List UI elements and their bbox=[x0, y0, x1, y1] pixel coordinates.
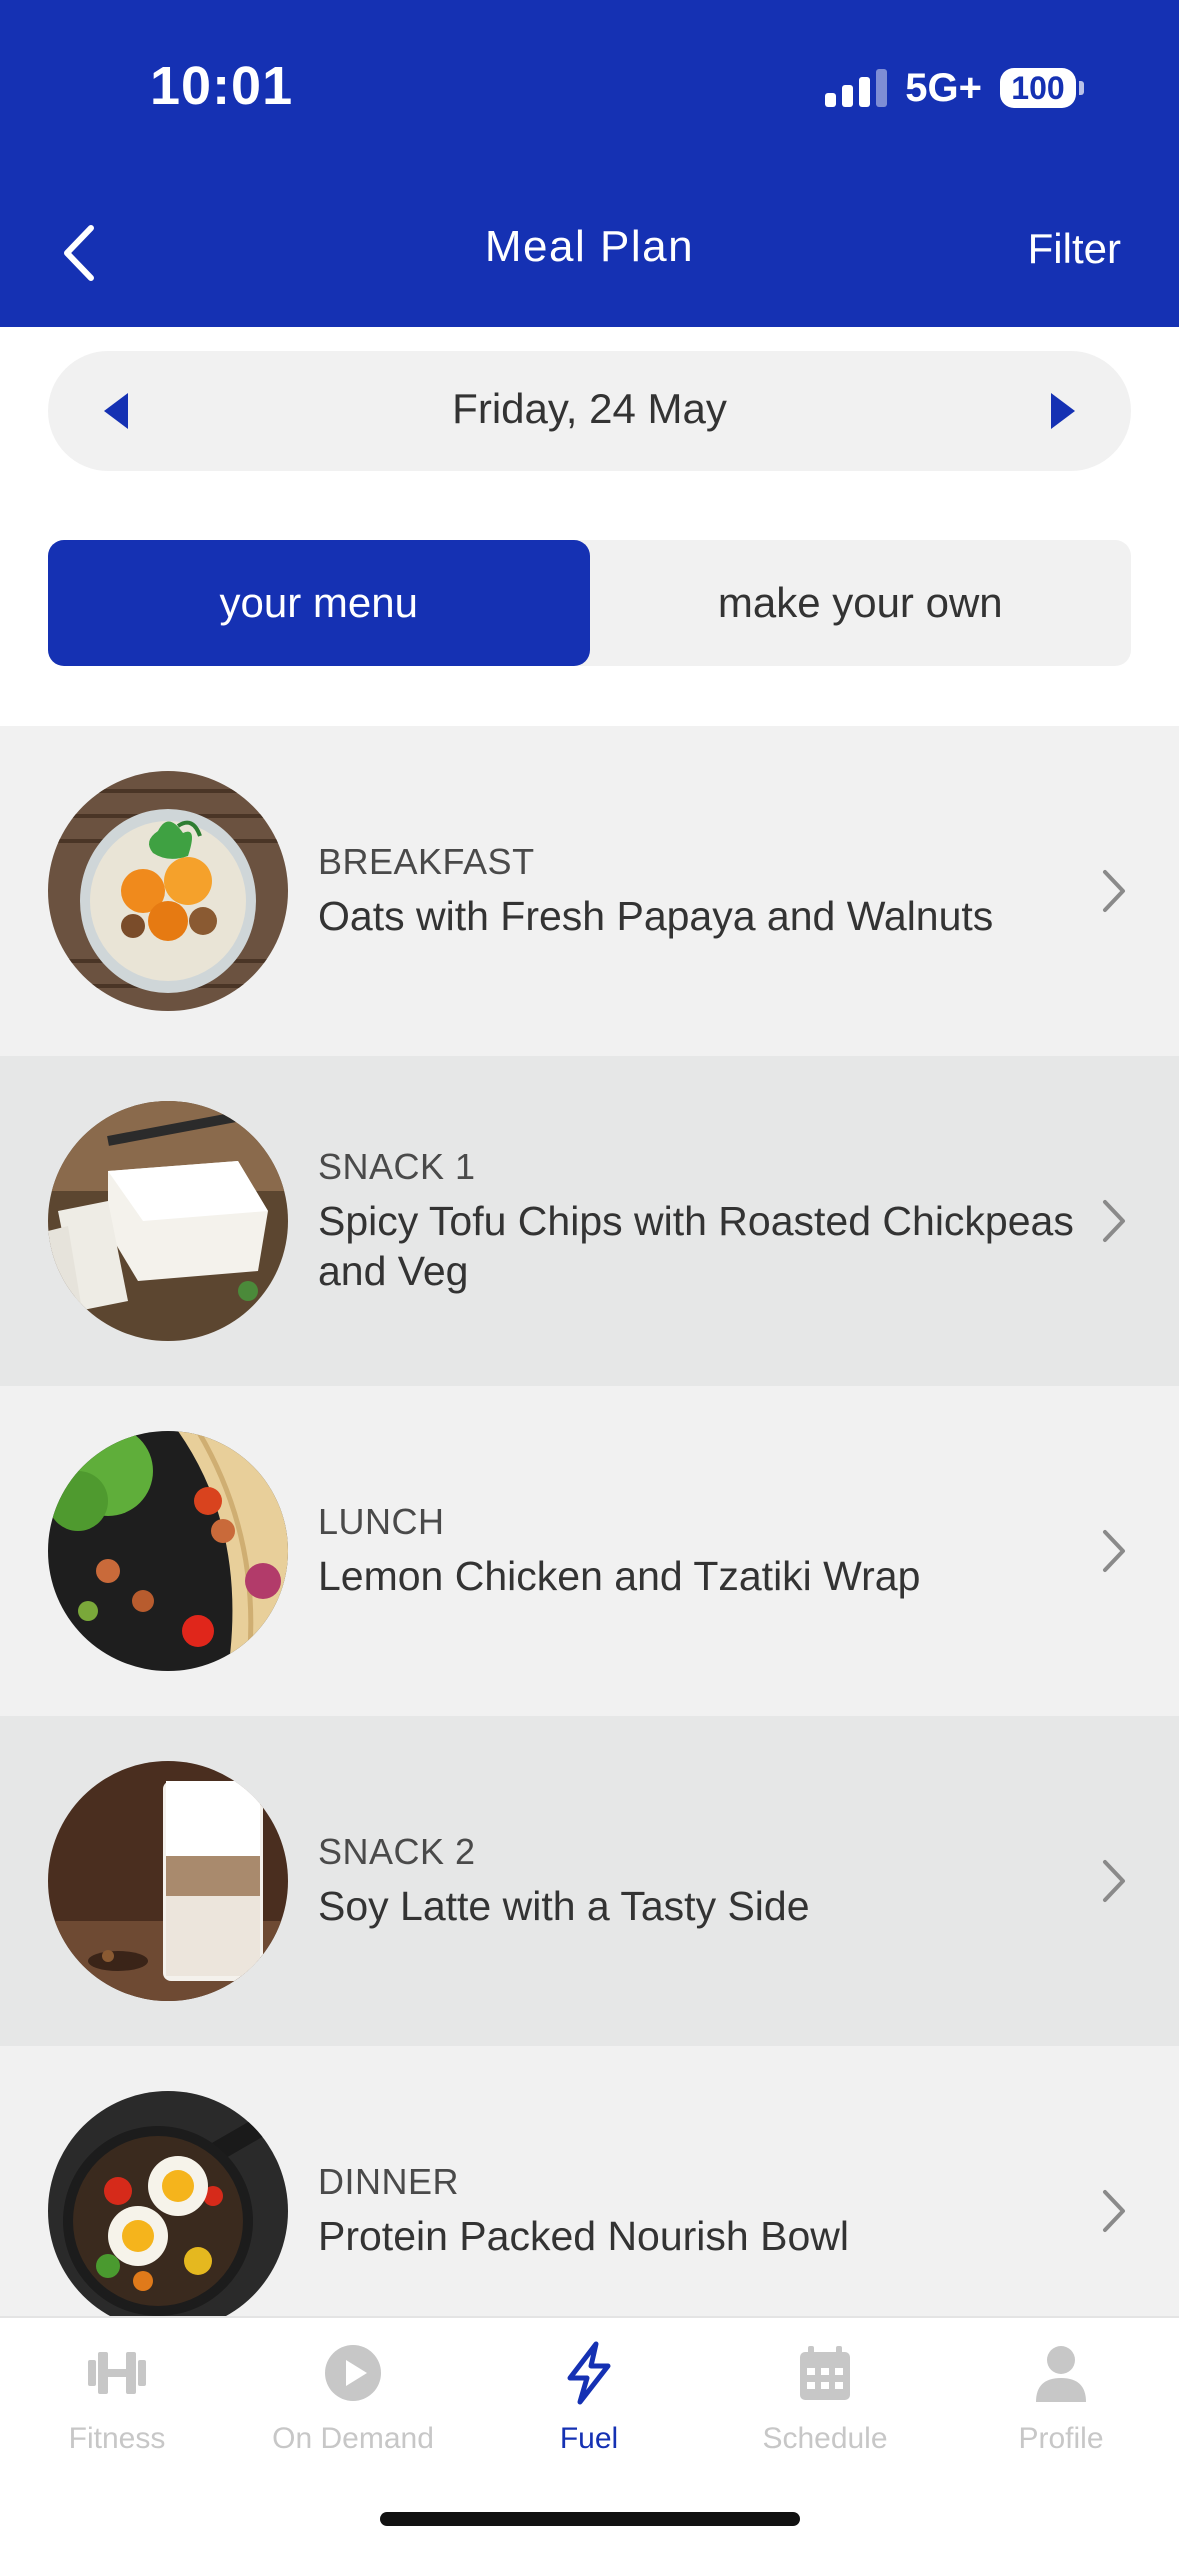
tab-your-menu[interactable]: your menu bbox=[48, 540, 590, 666]
filter-button[interactable]: Filter bbox=[1028, 225, 1121, 273]
home-indicator bbox=[380, 2512, 800, 2526]
status-indicators: 5G+ 100 bbox=[825, 64, 1084, 112]
meal-type: DINNER bbox=[318, 2161, 460, 2202]
status-time: 10:01 bbox=[150, 56, 294, 116]
meal-name: Spicy Tofu Chips with Roasted Chickpeas … bbox=[318, 1198, 1074, 1294]
meal-type: SNACK 1 bbox=[318, 1146, 476, 1187]
meal-image bbox=[48, 771, 288, 1011]
network-label: 5G+ bbox=[905, 65, 982, 110]
date-selector: Friday, 24 May bbox=[48, 351, 1131, 471]
meal-row-breakfast[interactable]: BREAKFAST Oats with Fresh Papaya and Wal… bbox=[0, 726, 1179, 1056]
current-date: Friday, 24 May bbox=[452, 385, 727, 432]
meal-text: LUNCH Lemon Chicken and Tzatiki Wrap bbox=[318, 1386, 1078, 1716]
signal-icon bbox=[825, 69, 888, 107]
meal-name: Soy Latte with a Tasty Side bbox=[318, 1883, 810, 1929]
chevron-right-icon bbox=[1103, 2190, 1125, 2232]
tab-profile[interactable]: Profile bbox=[961, 2338, 1161, 2456]
meal-image bbox=[48, 1431, 288, 1671]
battery-icon: 100 bbox=[1000, 68, 1084, 108]
meal-image bbox=[48, 2091, 288, 2331]
tab-fitness[interactable]: Fitness bbox=[17, 2338, 217, 2456]
triangle-right-icon bbox=[1051, 393, 1075, 429]
tab-fuel[interactable]: Fuel bbox=[489, 2338, 689, 2456]
battery-level: 100 bbox=[1000, 68, 1076, 108]
tab-label: Schedule bbox=[762, 2422, 888, 2455]
menu-segmented-control: your menu make your own bbox=[48, 540, 1131, 666]
person-icon bbox=[1036, 2346, 1086, 2402]
tab-schedule[interactable]: Schedule bbox=[725, 2338, 925, 2456]
play-circle-icon bbox=[325, 2345, 381, 2401]
page-title: Meal Plan bbox=[484, 222, 695, 271]
egg-skillet-image bbox=[48, 2091, 288, 2331]
app-header: 10:01 5G+ 100 Meal Plan Filter bbox=[0, 0, 1179, 327]
tofu-block-image bbox=[48, 1101, 288, 1341]
tab-label: Profile bbox=[1018, 2422, 1104, 2455]
meal-image bbox=[48, 1101, 288, 1341]
meal-name: Lemon Chicken and Tzatiki Wrap bbox=[318, 1553, 921, 1599]
lightning-icon bbox=[567, 2341, 611, 2405]
meal-text: SNACK 2 Soy Latte with a Tasty Side bbox=[318, 1716, 1078, 2046]
tab-label: Fitness bbox=[68, 2422, 166, 2455]
meal-row-lunch[interactable]: LUNCH Lemon Chicken and Tzatiki Wrap bbox=[0, 1386, 1179, 1716]
meal-name: Protein Packed Nourish Bowl bbox=[318, 2213, 849, 2259]
chevron-right-icon bbox=[1103, 870, 1125, 912]
tab-label: Fuel bbox=[559, 2422, 619, 2455]
meal-text: SNACK 1 Spicy Tofu Chips with Roasted Ch… bbox=[318, 1056, 1078, 1386]
tab-on-demand[interactable]: On Demand bbox=[253, 2338, 453, 2456]
meal-type: BREAKFAST bbox=[318, 841, 535, 882]
papaya-oats-jar-image bbox=[48, 771, 288, 1011]
tab-make-your-own[interactable]: make your own bbox=[590, 540, 1132, 666]
tab-label: On Demand bbox=[272, 2422, 434, 2455]
meal-text: BREAKFAST Oats with Fresh Papaya and Wal… bbox=[318, 726, 1078, 1056]
meal-type: SNACK 2 bbox=[318, 1831, 476, 1872]
meal-list: BREAKFAST Oats with Fresh Papaya and Wal… bbox=[0, 726, 1179, 2376]
chevron-right-icon bbox=[1103, 1530, 1125, 1572]
next-day-button[interactable] bbox=[1041, 389, 1081, 433]
latte-glass-image bbox=[48, 1761, 288, 2001]
calendar-icon bbox=[800, 2346, 850, 2400]
meal-type: LUNCH bbox=[318, 1501, 445, 1542]
dumbbell-icon bbox=[88, 2352, 146, 2394]
meal-name: Oats with Fresh Papaya and Walnuts bbox=[318, 893, 994, 939]
chicken-wrap-image bbox=[48, 1431, 288, 1671]
meal-row-snack-1[interactable]: SNACK 1 Spicy Tofu Chips with Roasted Ch… bbox=[0, 1056, 1179, 1386]
meal-image bbox=[48, 1761, 288, 2001]
meal-row-snack-2[interactable]: SNACK 2 Soy Latte with a Tasty Side bbox=[0, 1716, 1179, 2046]
chevron-right-icon bbox=[1103, 1860, 1125, 1902]
chevron-right-icon bbox=[1103, 1200, 1125, 1242]
